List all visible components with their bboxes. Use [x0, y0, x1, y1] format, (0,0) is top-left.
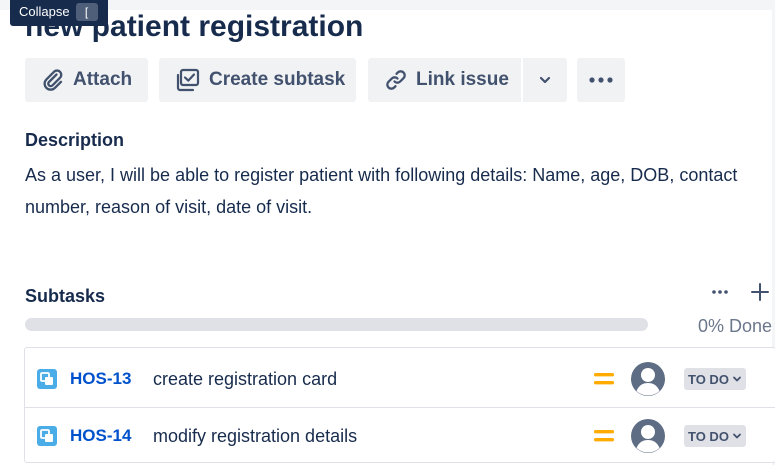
subtask-row[interactable]: HOS-13 create registration card TO DO [25, 351, 775, 407]
link-icon [386, 70, 406, 90]
subtasks-heading: Subtasks [25, 286, 106, 306]
priority-medium-icon [593, 371, 615, 387]
issue-view: Collapse [ new patient registration Atta… [0, 0, 775, 465]
description-body[interactable]: As a user, I will be able to register pa… [25, 159, 745, 223]
subtask-key[interactable]: HOS-14 [70, 426, 131, 446]
link-issue-dropdown-button[interactable] [523, 58, 567, 102]
subtask-key[interactable]: HOS-13 [70, 369, 131, 389]
link-issue-label: Link issue [416, 69, 509, 90]
subtasks-progress-label: 0% Done [697, 316, 772, 336]
status-label: TO DO [688, 428, 729, 444]
subtask-type-icon [37, 426, 57, 446]
attach-label: Attach [73, 69, 133, 90]
add-subtask-icon[interactable] [751, 283, 769, 301]
link-issue-split-button: Link issue [368, 58, 567, 102]
subtask-row[interactable]: HOS-14 modify registration details TO DO [25, 407, 775, 464]
subtasks-actions [711, 283, 769, 301]
status-dropdown[interactable]: TO DO [684, 425, 746, 447]
subtask-summary[interactable]: create registration card [153, 369, 337, 390]
subtasks-more-icon[interactable] [711, 289, 729, 295]
issue-toolbar: Attach Create subtask Link issue [25, 58, 625, 102]
subtasks-list: HOS-13 create registration card TO DO HO… [24, 347, 775, 463]
chevron-down-icon [733, 376, 741, 382]
more-actions-button[interactable] [577, 58, 625, 102]
collapse-tooltip-label: Collapse [19, 4, 70, 19]
assignee-avatar-icon[interactable] [631, 362, 665, 396]
chevron-down-icon [733, 433, 741, 439]
collapse-shortcut-key: [ [75, 3, 98, 21]
status-dropdown[interactable]: TO DO [684, 368, 746, 390]
subtask-type-icon [37, 369, 57, 389]
description-heading: Description [25, 130, 125, 150]
subtask-icon [176, 68, 200, 92]
paperclip-icon [43, 69, 63, 91]
collapse-tooltip: Collapse [ [10, 0, 108, 26]
create-subtask-label: Create subtask [209, 69, 346, 90]
link-issue-button[interactable]: Link issue [368, 58, 521, 102]
chevron-down-icon [539, 76, 551, 84]
priority-medium-icon [593, 428, 615, 444]
more-icon [589, 77, 613, 83]
create-subtask-button[interactable]: Create subtask [159, 58, 356, 102]
assignee-avatar-icon[interactable] [631, 419, 665, 453]
subtask-summary[interactable]: modify registration details [153, 426, 357, 447]
subtasks-progress-bar [25, 318, 648, 331]
attach-button[interactable]: Attach [25, 58, 148, 102]
status-label: TO DO [688, 371, 729, 387]
